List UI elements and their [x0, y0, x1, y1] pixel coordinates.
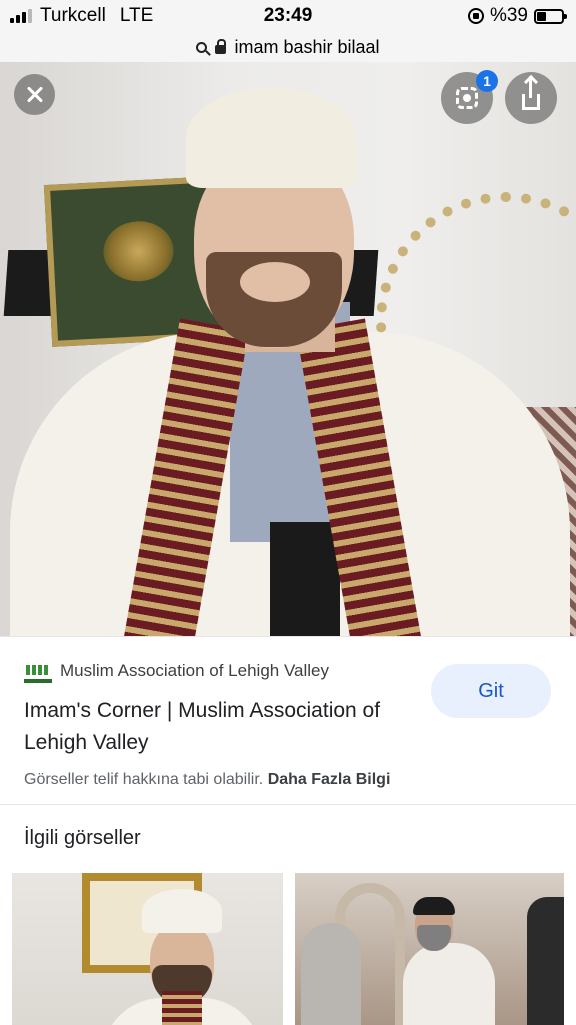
- orientation-lock-icon: [467, 8, 484, 24]
- copyright-notice: Görseller telif hakkına tabi olabilir. D…: [24, 771, 390, 789]
- close-button[interactable]: [14, 74, 55, 115]
- share-icon: [522, 78, 540, 110]
- url-query[interactable]: imam bashir bilaal: [234, 37, 379, 58]
- thumb-person-left: [301, 923, 361, 1025]
- search-icon: [196, 41, 208, 53]
- source-name[interactable]: Muslim Association of Lehigh Valley: [60, 661, 329, 681]
- thumb-trim: [162, 991, 202, 1025]
- image-cap: [186, 88, 356, 188]
- image-vest: [270, 522, 340, 636]
- thumb-person-center: [403, 943, 495, 1025]
- thumb-cap: [142, 889, 222, 933]
- lock-icon: [215, 39, 227, 54]
- battery-percent: %39: [489, 5, 528, 26]
- visit-button[interactable]: Git: [431, 664, 551, 718]
- address-bar[interactable]: imam bashir bilaal: [0, 32, 576, 62]
- result-title[interactable]: Imam's Corner | Muslim Association of Le…: [24, 695, 424, 759]
- related-heading: İlgili görseller: [24, 827, 141, 849]
- related-image-2[interactable]: [295, 873, 564, 1025]
- copyright-text: Görseller telif hakkına tabi olabilir.: [24, 771, 264, 788]
- learn-more-link[interactable]: Daha Fazla Bilgi: [268, 771, 391, 788]
- thumb-person-right: [527, 897, 564, 1025]
- lens-badge: 1: [476, 70, 498, 92]
- thumb-cap: [413, 897, 455, 915]
- status-right: %39: [467, 5, 567, 27]
- image-chin: [240, 262, 310, 302]
- lens-icon: [456, 87, 478, 109]
- result-info: Muslim Association of Lehigh Valley Imam…: [0, 636, 576, 805]
- share-button[interactable]: [505, 72, 557, 124]
- battery-icon: [534, 8, 567, 24]
- related-images: İlgili görseller: [0, 804, 576, 1025]
- related-image-1[interactable]: [12, 873, 283, 1025]
- site-favicon-icon: [24, 659, 52, 683]
- status-bar: Turkcell LTE 23:49 %39: [0, 0, 576, 32]
- main-image[interactable]: 1: [0, 62, 576, 636]
- source-row[interactable]: Muslim Association of Lehigh Valley: [24, 659, 329, 683]
